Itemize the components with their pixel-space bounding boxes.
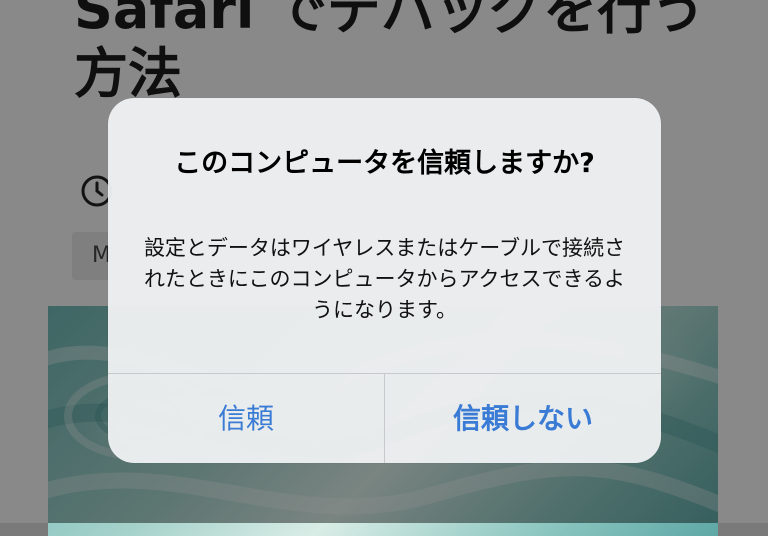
trust-computer-alert: このコンピュータを信頼しますか? 設定とデータはワイヤレスまたはケーブルで接続さ… <box>108 98 661 463</box>
dont-trust-button[interactable]: 信頼しない <box>385 374 661 463</box>
alert-title: このコンピュータを信頼しますか? <box>174 148 595 179</box>
alert-actions: 信頼 信頼しない <box>108 373 661 463</box>
trust-button[interactable]: 信頼 <box>108 374 384 463</box>
alert-message: 設定とデータはワイヤレスまたはケーブルで接続されたときにこのコンピュータからアク… <box>143 236 626 322</box>
